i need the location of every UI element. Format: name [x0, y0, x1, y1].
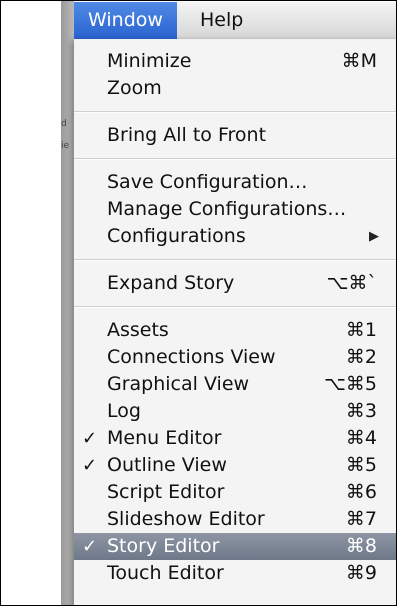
menu-item-shortcut: ⌘8 [345, 535, 377, 557]
menu-item-label: Menu Editor [107, 427, 222, 449]
menu-item-shortcut: ⌘6 [345, 481, 377, 503]
checkmark-icon: ✓ [82, 428, 98, 449]
menu-window[interactable]: Window [74, 2, 177, 39]
triangle-right-icon: ▶ [369, 229, 379, 244]
menu-item-touch-editor[interactable]: Touch Editor ⌘9 [74, 560, 396, 587]
menu-item-label: Expand Story [107, 272, 235, 294]
menu-separator [74, 306, 396, 308]
menu-item-label: Zoom [107, 77, 162, 99]
menu-item-label: Script Editor [107, 481, 225, 503]
menu-item-shortcut: ⌘7 [345, 508, 377, 530]
menu-item-shortcut: ⌘9 [345, 562, 377, 584]
menu-separator [74, 111, 396, 113]
menu-item-label: Bring All to Front [107, 124, 267, 146]
menu-item-label: Configurations [107, 225, 246, 247]
menu-item-minimize[interactable]: Minimize ⌘M [74, 48, 396, 75]
checkmark-icon: ✓ [82, 536, 98, 557]
menu-item-save-configuration[interactable]: Save Configuration… [74, 169, 396, 196]
menu-item-graphical-view[interactable]: Graphical View ⌥⌘5 [74, 371, 396, 398]
menu-item-zoom[interactable]: Zoom [74, 75, 396, 102]
menu-item-label: Minimize [107, 50, 192, 72]
checkmark-icon: ✓ [82, 455, 98, 476]
menu-help[interactable]: Help [186, 2, 257, 39]
menu-item-manage-configurations[interactable]: Manage Configurations… [74, 196, 396, 223]
menu-bar: Window Help [74, 2, 396, 40]
menu-item-configurations[interactable]: Configurations ▶ [74, 223, 396, 250]
menu-item-expand-story[interactable]: Expand Story ⌥⌘` [74, 270, 396, 297]
screenshot-frame: d ie Window Help Minimize ⌘M Zoom Bring All… [0, 0, 397, 606]
menu-item-menu-editor[interactable]: ✓ Menu Editor ⌘4 [74, 425, 396, 452]
menu-item-label: Outline View [107, 454, 227, 476]
menu-item-shortcut: ⌘5 [345, 454, 377, 476]
menu-separator [74, 158, 396, 160]
menu-item-label: Assets [107, 319, 169, 341]
menu-item-shortcut: ⌘M [341, 50, 377, 72]
menu-item-script-editor[interactable]: Script Editor ⌘6 [74, 479, 396, 506]
menu-item-label: Manage Configurations… [107, 198, 347, 220]
menu-item-story-editor[interactable]: ✓ Story Editor ⌘8 [74, 533, 396, 560]
menu-item-assets[interactable]: Assets ⌘1 [74, 317, 396, 344]
menu-item-label: Connections View [107, 346, 276, 368]
menu-item-slideshow-editor[interactable]: Slideshow Editor ⌘7 [74, 506, 396, 533]
background-window-edge [61, 1, 74, 605]
menu-item-outline-view[interactable]: ✓ Outline View ⌘5 [74, 452, 396, 479]
menu-item-shortcut: ⌥⌘` [326, 272, 377, 294]
menu-item-bring-all-to-front[interactable]: Bring All to Front [74, 122, 396, 149]
background-window [1, 1, 61, 605]
menu-item-label: Touch Editor [107, 562, 224, 584]
menu-item-label: Log [107, 400, 141, 422]
menu-item-label: Save Configuration… [107, 171, 308, 193]
menu-item-label: Graphical View [107, 373, 250, 395]
menu-item-shortcut: ⌘1 [345, 319, 377, 341]
menu-item-label: Slideshow Editor [107, 508, 265, 530]
menu-item-connections-view[interactable]: Connections View ⌘2 [74, 344, 396, 371]
menu-item-log[interactable]: Log ⌘3 [74, 398, 396, 425]
menu-item-shortcut: ⌘2 [345, 346, 377, 368]
window-menu-dropdown: Minimize ⌘M Zoom Bring All to Front Save Con… [74, 39, 396, 605]
menu-item-shortcut: ⌘4 [345, 427, 377, 449]
menu-item-shortcut: ⌘3 [345, 400, 377, 422]
menu-separator [74, 259, 396, 261]
menu-item-label: Story Editor [107, 535, 220, 557]
menu-item-shortcut: ⌥⌘5 [324, 373, 377, 395]
